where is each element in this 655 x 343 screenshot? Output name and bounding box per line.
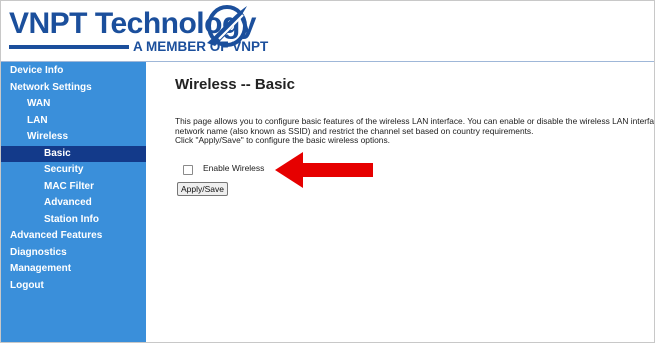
sidebar-item-label: WAN xyxy=(27,98,51,109)
sidebar-item-security[interactable]: Security xyxy=(1,162,146,178)
brand-tagline: A MEMBER OF VNPT xyxy=(133,39,269,54)
enable-wireless-checkbox[interactable] xyxy=(183,165,193,175)
page-description: This page allows you to configure basic … xyxy=(175,116,654,146)
sidebar-item-label: MAC Filter xyxy=(44,180,94,192)
red-arrow-icon xyxy=(275,152,373,188)
sidebar-item-label: Advanced xyxy=(44,197,92,208)
logo-underline xyxy=(9,45,129,49)
sidebar-item-wan[interactable]: WAN xyxy=(1,96,146,112)
sidebar-item-device-info[interactable]: Device Info xyxy=(1,63,146,79)
sidebar-item-label: Wireless xyxy=(27,131,69,142)
sidebar-item-label: Management xyxy=(10,263,72,274)
sidebar-item-label: Station Info xyxy=(44,213,99,225)
sidebar-item-management[interactable]: Management xyxy=(1,261,146,277)
sidebar-item-wireless[interactable]: Wireless xyxy=(1,129,146,145)
sidebar-item-advanced[interactable]: Advanced xyxy=(1,195,146,211)
sidebar-item-label: Security xyxy=(44,164,84,175)
sidebar: Device Info Network Settings WAN LAN Wireles… xyxy=(1,62,146,342)
sidebar-item-lan[interactable]: LAN xyxy=(1,113,146,129)
sidebar-item-label: Basic xyxy=(44,147,71,159)
sidebar-item-basic[interactable]: Basic xyxy=(1,145,146,162)
main-content: Wireless -- Basic This page allows you t… xyxy=(147,62,654,342)
sidebar-item-diagnostics[interactable]: Diagnostics xyxy=(1,245,146,261)
header: VNPT Technology A MEMBER OF VNPT xyxy=(1,1,654,62)
sidebar-item-advanced-features[interactable]: Advanced Features xyxy=(1,228,146,244)
sidebar-item-station-info[interactable]: Station Info xyxy=(1,212,146,228)
sidebar-item-label: Device Info xyxy=(10,65,64,76)
sidebar-item-label: Logout xyxy=(10,279,44,291)
apply-save-button[interactable]: Apply/Save xyxy=(177,182,228,196)
sidebar-item-mac-filter[interactable]: MAC Filter xyxy=(1,179,146,195)
app-window: VNPT Technology A MEMBER OF VNPT Device … xyxy=(0,0,655,343)
page-title: Wireless -- Basic xyxy=(175,76,295,93)
sidebar-item-network-settings[interactable]: Network Settings xyxy=(1,80,146,96)
sidebar-item-label: Network Settings xyxy=(10,81,92,93)
description-line: Click "Apply/Save" to configure the basi… xyxy=(175,135,390,145)
sidebar-item-label: Advanced Features xyxy=(10,230,103,241)
sidebar-item-logout[interactable]: Logout xyxy=(1,278,146,294)
sidebar-item-label: LAN xyxy=(27,114,48,126)
sidebar-item-label: Diagnostics xyxy=(10,246,67,258)
enable-wireless-label: Enable Wireless xyxy=(203,163,265,173)
